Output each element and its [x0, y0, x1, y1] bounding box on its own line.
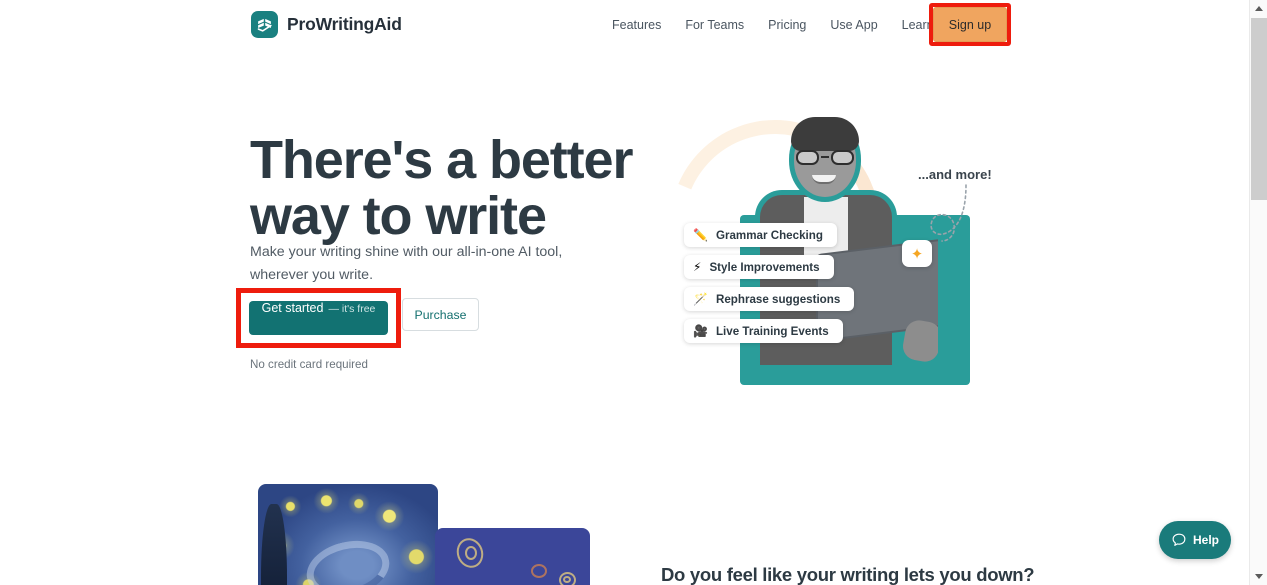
video-camera-icon: 🎥: [693, 324, 708, 338]
help-widget-button[interactable]: Help: [1159, 521, 1231, 559]
sky-swirl: [300, 532, 396, 585]
get-started-note: — it's free: [328, 303, 376, 315]
feature-pill-rephrase-suggestions[interactable]: 🪄 Rephrase suggestions: [684, 287, 855, 311]
magic-wand-icon: 🪄: [693, 292, 708, 306]
brand-logo[interactable]: ProWritingAid: [251, 11, 402, 38]
chat-bubble-icon: [1172, 533, 1186, 546]
scroll-up-arrow-icon[interactable]: [1250, 0, 1267, 17]
nav-link-for-teams[interactable]: For Teams: [673, 0, 756, 50]
scroll-down-arrow-icon[interactable]: [1250, 568, 1267, 585]
doodle-card: [435, 528, 590, 585]
curved-arrow-icon: [930, 184, 967, 242]
pencil-icon: ✏️: [693, 228, 708, 242]
feature-pill-grammar-checking[interactable]: ✏️ Grammar Checking: [684, 223, 837, 247]
book-check-icon: [251, 11, 278, 38]
person-hair: [791, 117, 859, 151]
glasses-icon: [796, 150, 854, 165]
sparkle-icon: ✦: [902, 240, 932, 267]
feature-pill-label: Live Training Events: [715, 324, 829, 338]
feature-pill-label: Rephrase suggestions: [715, 292, 841, 306]
and-more-annotation: ...and more!: [918, 167, 992, 182]
feature-pill-list: ✏️ Grammar Checking ⚡ Style Improvements…: [684, 223, 855, 343]
lightning-icon: ⚡: [693, 260, 702, 274]
page-viewport: ProWritingAid Features For Teams Pricing…: [0, 0, 1249, 585]
nav-link-pricing[interactable]: Pricing: [756, 0, 818, 50]
no-credit-card-note: No credit card required: [250, 358, 368, 371]
get-started-button[interactable]: Get started — it's free: [249, 301, 388, 335]
nav-link-features[interactable]: Features: [600, 0, 673, 50]
feature-pill-label: Grammar Checking: [715, 228, 823, 242]
purchase-button[interactable]: Purchase: [402, 298, 479, 331]
hero-illustration: ✦ ...and more! ✏️ Grammar Checking ⚡ Sty…: [638, 85, 1040, 385]
feature-pill-label: Style Improvements: [709, 260, 820, 274]
hero-subheading: Make your writing shine with our all-in-…: [250, 244, 563, 284]
starry-night-card: [258, 484, 438, 585]
vertical-scrollbar[interactable]: [1249, 0, 1267, 585]
scrollbar-thumb[interactable]: [1251, 18, 1267, 200]
cypress-tree: [261, 504, 287, 585]
get-started-highlight-annotation: Get started — it's free: [236, 288, 401, 348]
brand-name: ProWritingAid: [287, 14, 402, 34]
section-question-heading: Do you feel like your writing lets you d…: [661, 564, 1035, 585]
feature-pill-live-training-events[interactable]: 🎥 Live Training Events: [684, 319, 843, 343]
get-started-label: Get started: [261, 301, 324, 315]
browser-page: ProWritingAid Features For Teams Pricing…: [0, 0, 1267, 585]
feature-pill-style-improvements[interactable]: ⚡ Style Improvements: [684, 255, 834, 279]
help-widget-label: Help: [1192, 533, 1219, 547]
nav-link-use-app[interactable]: Use App: [818, 0, 889, 50]
signup-highlight-annotation: Sign up: [929, 3, 1011, 46]
signup-button[interactable]: Sign up: [933, 7, 1007, 42]
site-header: ProWritingAid Features For Teams Pricing…: [0, 0, 1249, 50]
